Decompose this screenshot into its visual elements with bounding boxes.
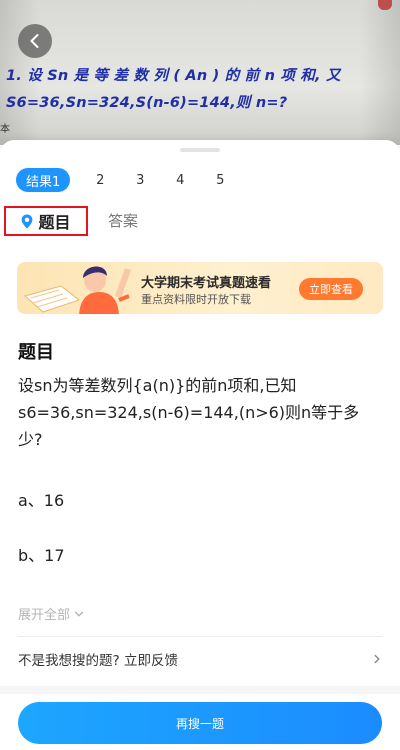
- question-text: 设sn为等差数列{a(n)}的前n项和,已知s6=36,sn=324,s(n-6…: [18, 376, 360, 449]
- photo-text-fragment: 本: [0, 124, 10, 135]
- student-reading-illustration: [23, 266, 131, 314]
- feedback-row[interactable]: 不是我想搜的题? 立即反馈: [18, 640, 382, 678]
- tab-result-4[interactable]: 4: [168, 168, 192, 192]
- location-pin-icon: [22, 214, 33, 228]
- promo-subtitle: 重点资料限时开放下载: [141, 293, 251, 306]
- question-photo: 1. 设 Sn 是 等 差 数 列 ( An ) 的 前 n 项 和, 又 S6…: [0, 0, 400, 145]
- photo-text-line-1: 1. 设 Sn 是 等 差 数 列 ( An ) 的 前 n 项 和, 又: [6, 68, 341, 84]
- option-b: b、17: [18, 546, 65, 565]
- promo-title: 大学期末考试真题速看: [141, 276, 272, 291]
- chevron-left-icon: [30, 34, 39, 48]
- feedback-label: 不是我想搜的题? 立即反馈: [18, 653, 178, 669]
- section-tabs: 题目 答案: [0, 206, 400, 236]
- section-divider: [0, 686, 400, 694]
- question-heading: 题目: [18, 342, 54, 363]
- tab-result-1[interactable]: 结果1: [16, 168, 71, 192]
- photo-text-line-2: S6=36,Sn=324,S(n-6)=144,则 n=?: [6, 95, 288, 111]
- tab-question[interactable]: 题目: [4, 206, 88, 236]
- tab-result-2[interactable]: 2: [88, 168, 112, 192]
- tab-question-label: 题目: [38, 213, 71, 232]
- sheet-drag-handle[interactable]: [180, 148, 220, 152]
- photo-shadow-right: [360, 0, 400, 145]
- chevron-right-icon: [374, 654, 380, 664]
- result-sheet: 结果1 2 3 4 5 题目 答案 大学期末考试真题速看 重点资料限时开放下载 …: [0, 140, 400, 750]
- search-again-button[interactable]: 再搜一题: [18, 702, 382, 744]
- expand-all-button[interactable]: 展开全部: [18, 604, 84, 623]
- chevron-down-icon: [74, 611, 84, 616]
- tab-result-3[interactable]: 3: [128, 168, 152, 192]
- divider: [18, 636, 382, 637]
- promo-banner[interactable]: 大学期末考试真题速看 重点资料限时开放下载 立即查看: [17, 262, 383, 314]
- tab-answer[interactable]: 答案: [108, 210, 138, 231]
- photo-corner-mark: [378, 0, 392, 10]
- tab-result-5[interactable]: 5: [208, 168, 232, 192]
- expand-all-label: 展开全部: [18, 608, 71, 623]
- result-tabs: 结果1 2 3 4 5: [16, 168, 248, 192]
- promo-view-button[interactable]: 立即查看: [299, 278, 363, 300]
- back-button[interactable]: [18, 24, 52, 58]
- option-a: a、16: [18, 491, 65, 510]
